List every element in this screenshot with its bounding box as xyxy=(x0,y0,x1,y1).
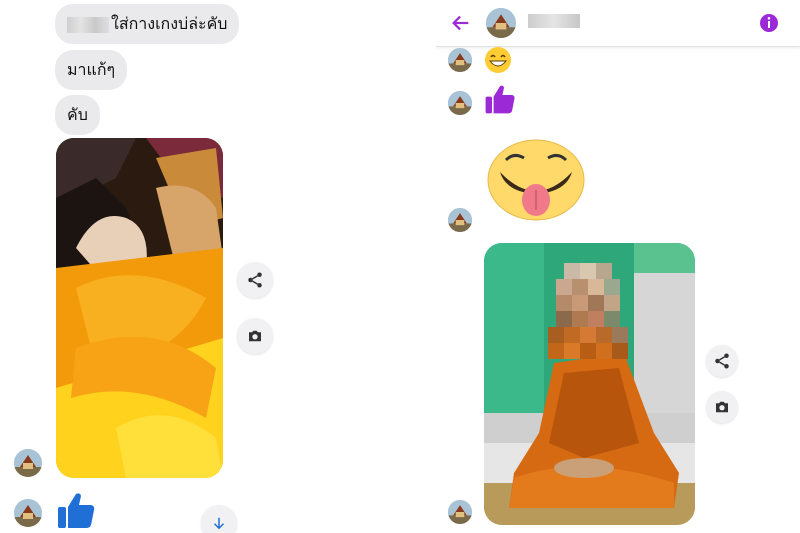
arrow-down-icon xyxy=(213,517,225,530)
temple-avatar-image xyxy=(448,91,472,115)
camera-icon xyxy=(716,401,728,413)
camera-button[interactable] xyxy=(237,318,273,354)
redacted-text xyxy=(67,16,109,33)
panel-divider xyxy=(400,0,436,533)
contact-name-redacted[interactable] xyxy=(528,14,580,28)
conversation-header xyxy=(436,0,800,47)
sticker-message[interactable] xyxy=(486,138,586,224)
message-bubble-2[interactable]: มาแก้ๆ xyxy=(55,50,128,90)
share-icon xyxy=(248,272,262,288)
message-text-3: คับ xyxy=(67,105,88,124)
avatar[interactable] xyxy=(14,449,42,477)
temple-avatar-image xyxy=(448,48,472,72)
back-button[interactable] xyxy=(450,12,472,34)
right-chat-panel xyxy=(436,0,800,533)
thumbs-up-icon xyxy=(58,493,95,528)
avatar[interactable] xyxy=(14,499,42,527)
temple-avatar-image xyxy=(448,208,472,232)
temple-avatar-image xyxy=(486,8,516,38)
avatar[interactable] xyxy=(448,48,472,72)
camera-button[interactable] xyxy=(706,391,738,423)
left-chat-panel: ใส่กางเกงบ่ล่ะคับ มาแก้ๆ คับ xyxy=(0,0,400,533)
shared-photo[interactable] xyxy=(484,243,695,525)
temple-avatar-image xyxy=(448,500,472,524)
thumbs-up-reaction[interactable] xyxy=(484,82,516,116)
info-icon xyxy=(760,14,778,32)
message-bubble-3[interactable]: คับ xyxy=(55,95,100,135)
grinning-emoji-icon xyxy=(485,47,511,73)
message-text-2: มาแก้ๆ xyxy=(67,60,116,79)
avatar[interactable] xyxy=(448,91,472,115)
photo-bedroom-image xyxy=(56,138,223,478)
message-bubble-1[interactable]: ใส่กางเกงบ่ล่ะคับ xyxy=(55,4,240,44)
info-button[interactable] xyxy=(759,13,779,33)
thumbs-up-reaction[interactable] xyxy=(56,490,96,530)
share-button[interactable] xyxy=(237,262,273,298)
share-icon xyxy=(715,353,729,369)
thumbs-up-icon xyxy=(485,85,515,114)
contact-avatar[interactable] xyxy=(486,8,516,38)
camera-icon xyxy=(249,330,261,342)
avatar[interactable] xyxy=(448,208,472,232)
photo-seated-monk-image xyxy=(484,243,695,525)
temple-avatar-image xyxy=(14,449,42,477)
scroll-down-button[interactable] xyxy=(201,505,237,533)
temple-avatar-image xyxy=(14,499,42,527)
shared-photo[interactable] xyxy=(56,138,223,478)
tongue-out-sticker-icon xyxy=(487,139,585,221)
share-button[interactable] xyxy=(706,345,738,377)
back-arrow-icon xyxy=(452,15,469,31)
emoji-message[interactable] xyxy=(484,46,512,74)
avatar[interactable] xyxy=(448,500,472,524)
message-text-1: ใส่กางเกงบ่ล่ะคับ xyxy=(111,14,228,33)
